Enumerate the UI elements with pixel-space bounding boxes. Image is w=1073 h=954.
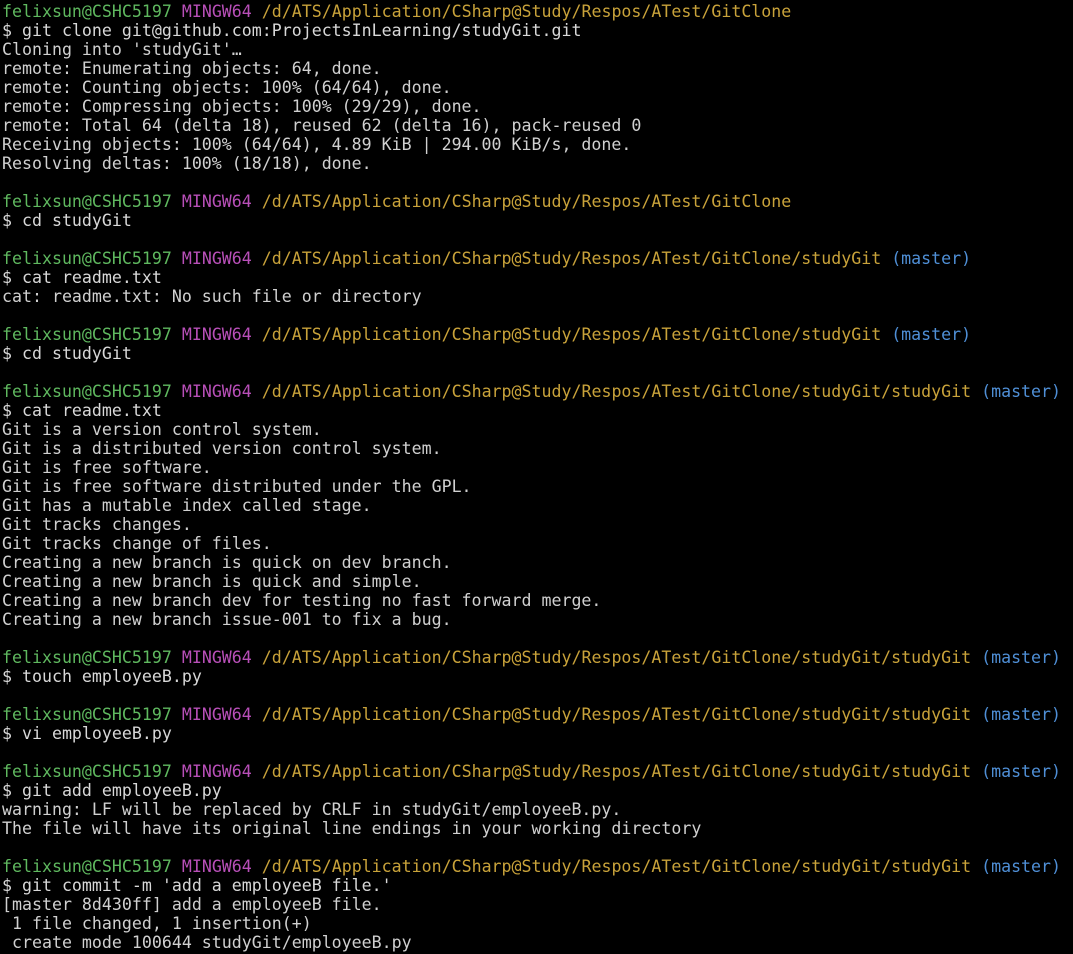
output-line: cat: readme.txt: No such file or directo… [2,287,422,306]
output-line: Git is free software. [2,458,212,477]
prompt-branch: (master) [981,857,1062,876]
prompt-system: MINGW64 [181,762,252,781]
output-line: Git tracks change of files. [2,534,272,553]
prompt-user-host: felixsun@CSHC5197 [2,705,172,724]
command-line[interactable]: $ vi employeeB.py [2,724,1073,743]
prompt-system: MINGW64 [181,2,252,21]
output-line: remote: Compressing objects: 100% (29/29… [2,97,482,116]
command-line[interactable]: $ cat readme.txt [2,268,1073,287]
output-line: remote: Total 64 (delta 18), reused 62 (… [2,116,642,135]
prompt-system: MINGW64 [181,192,252,211]
command-line[interactable]: $ git commit -m 'add a employeeB file.' [2,876,1073,895]
command-line[interactable]: $ git add employeeB.py [2,781,1073,800]
prompt-system: MINGW64 [181,249,252,268]
prompt-branch: (master) [891,249,972,268]
output-line: warning: LF will be replaced by CRLF in … [2,800,622,819]
prompt-system: MINGW64 [181,382,252,401]
output-line: Receiving objects: 100% (64/64), 4.89 Ki… [2,135,632,154]
output-line: remote: Counting objects: 100% (64/64), … [2,78,452,97]
command-line[interactable]: $ touch employeeB.py [2,667,1073,686]
output-line: Cloning into 'studyGit'… [2,40,242,59]
prompt-user-host: felixsun@CSHC5197 [2,325,172,344]
prompt-path: /d/ATS/Application/CSharp@Study/Respos/A… [261,249,882,268]
prompt-line: felixsun@CSHC5197 MINGW64 /d/ATS/Applica… [2,857,1073,876]
output-line: Creating a new branch issue-001 to fix a… [2,610,452,629]
output-line: Git is a version control system. [2,420,322,439]
prompt-path: /d/ATS/Application/CSharp@Study/Respos/A… [261,857,972,876]
prompt-path: /d/ATS/Application/CSharp@Study/Respos/A… [261,382,972,401]
prompt-branch: (master) [981,648,1062,667]
prompt-line: felixsun@CSHC5197 MINGW64 /d/ATS/Applica… [2,705,1073,724]
prompt-path: /d/ATS/Application/CSharp@Study/Respos/A… [261,2,792,21]
prompt-path: /d/ATS/Application/CSharp@Study/Respos/A… [261,325,882,344]
output-line: Git is free software distributed under t… [2,477,472,496]
output-line: create mode 100644 studyGit/employeeB.py [2,933,412,952]
command-line[interactable]: $ cat readme.txt [2,401,1073,420]
command-line[interactable]: $ cd studyGit [2,344,1073,363]
output-line: Git has a mutable index called stage. [2,496,372,515]
prompt-path: /d/ATS/Application/CSharp@Study/Respos/A… [261,648,972,667]
output-line: Creating a new branch dev for testing no… [2,591,602,610]
output-line: Creating a new branch is quick and simpl… [2,572,422,591]
output-line: Resolving deltas: 100% (18/18), done. [2,154,372,173]
prompt-path: /d/ATS/Application/CSharp@Study/Respos/A… [261,192,792,211]
prompt-system: MINGW64 [181,705,252,724]
prompt-path: /d/ATS/Application/CSharp@Study/Respos/A… [261,705,972,724]
terminal-window[interactable]: felixsun@CSHC5197 MINGW64 /d/ATS/Applica… [0,0,1073,954]
prompt-user-host: felixsun@CSHC5197 [2,2,172,21]
prompt-system: MINGW64 [181,857,252,876]
output-line: Git is a distributed version control sys… [2,439,442,458]
prompt-line: felixsun@CSHC5197 MINGW64 /d/ATS/Applica… [2,325,1073,344]
output-line: The file will have its original line end… [2,819,702,838]
output-line: 1 file changed, 1 insertion(+) [2,914,312,933]
prompt-line: felixsun@CSHC5197 MINGW64 /d/ATS/Applica… [2,249,1073,268]
command-line[interactable]: $ git clone git@github.com:ProjectsInLea… [2,21,1073,40]
prompt-branch: (master) [981,382,1062,401]
prompt-system: MINGW64 [181,648,252,667]
prompt-user-host: felixsun@CSHC5197 [2,249,172,268]
prompt-line: felixsun@CSHC5197 MINGW64 /d/ATS/Applica… [2,648,1073,667]
prompt-line: felixsun@CSHC5197 MINGW64 /d/ATS/Applica… [2,382,1073,401]
prompt-branch: (master) [981,705,1062,724]
output-line: Git tracks changes. [2,515,192,534]
prompt-user-host: felixsun@CSHC5197 [2,762,172,781]
prompt-user-host: felixsun@CSHC5197 [2,648,172,667]
command-line[interactable]: $ cd studyGit [2,211,1073,230]
prompt-line: felixsun@CSHC5197 MINGW64 /d/ATS/Applica… [2,762,1073,781]
output-line: [master 8d430ff] add a employeeB file. [2,895,382,914]
prompt-path: /d/ATS/Application/CSharp@Study/Respos/A… [261,762,972,781]
prompt-user-host: felixsun@CSHC5197 [2,382,172,401]
output-line: Creating a new branch is quick on dev br… [2,553,452,572]
prompt-branch: (master) [981,762,1062,781]
prompt-branch: (master) [891,325,972,344]
output-line: remote: Enumerating objects: 64, done. [2,59,382,78]
prompt-user-host: felixsun@CSHC5197 [2,192,172,211]
prompt-line: felixsun@CSHC5197 MINGW64 /d/ATS/Applica… [2,192,1073,211]
prompt-user-host: felixsun@CSHC5197 [2,857,172,876]
prompt-line: felixsun@CSHC5197 MINGW64 /d/ATS/Applica… [2,2,1073,21]
prompt-system: MINGW64 [181,325,252,344]
